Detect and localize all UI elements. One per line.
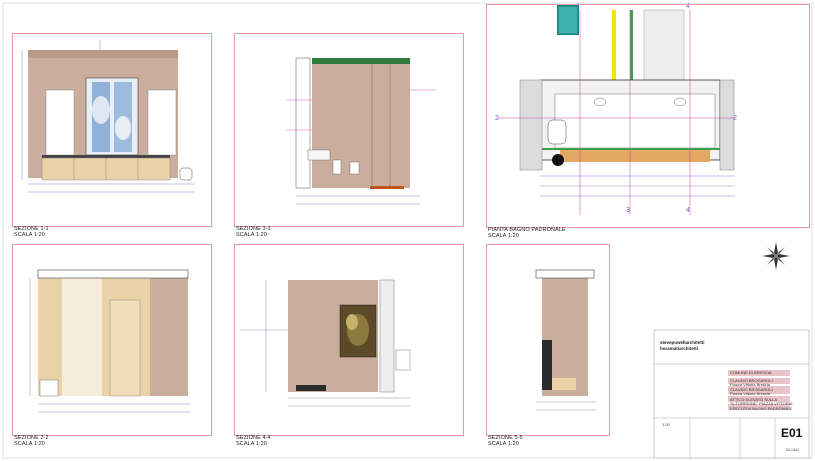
location: COMUNE DI BRESCIA xyxy=(730,370,772,375)
scale-section-4-4: SCALA 1:20 xyxy=(236,441,267,447)
scale-floor-plan: SCALA 1:20 xyxy=(488,233,519,239)
scale-section-3-3: SCALA 1:20 xyxy=(236,232,267,238)
drawing-subject: ESECUTIVI BAGNO PADRONALE xyxy=(730,406,793,411)
frame-section-4-4 xyxy=(234,244,464,436)
sheet-sub-code: 06-13A1 xyxy=(786,448,800,452)
frame-section-2-2 xyxy=(12,244,212,436)
scale-section-1-1: SCALA 1:20 xyxy=(14,232,45,238)
frame-section-1-1 xyxy=(12,33,212,227)
scale-value: 1:20 xyxy=(662,422,670,427)
drawing-sheet: 2 2 3 4 1 4 SEZIONE 1-1 SCALA 1:20 SEZIO… xyxy=(0,0,815,461)
brand-line-1: stevepowellarchitetti xyxy=(660,340,705,345)
scale-section-5-5: SCALA 1:20 xyxy=(488,441,519,447)
sheet-code: E01 xyxy=(781,426,803,440)
brand-line-2: horamatiarchitetti xyxy=(660,346,699,351)
frame-floor-plan xyxy=(486,4,810,228)
north-arrow xyxy=(762,242,790,270)
frame-section-5-5 xyxy=(486,244,610,436)
client-2-address: Piazza Vittoria Brescia xyxy=(730,391,770,396)
frame-section-3-3 xyxy=(234,33,464,227)
scale-section-2-2: SCALA 1:20 xyxy=(14,441,45,447)
